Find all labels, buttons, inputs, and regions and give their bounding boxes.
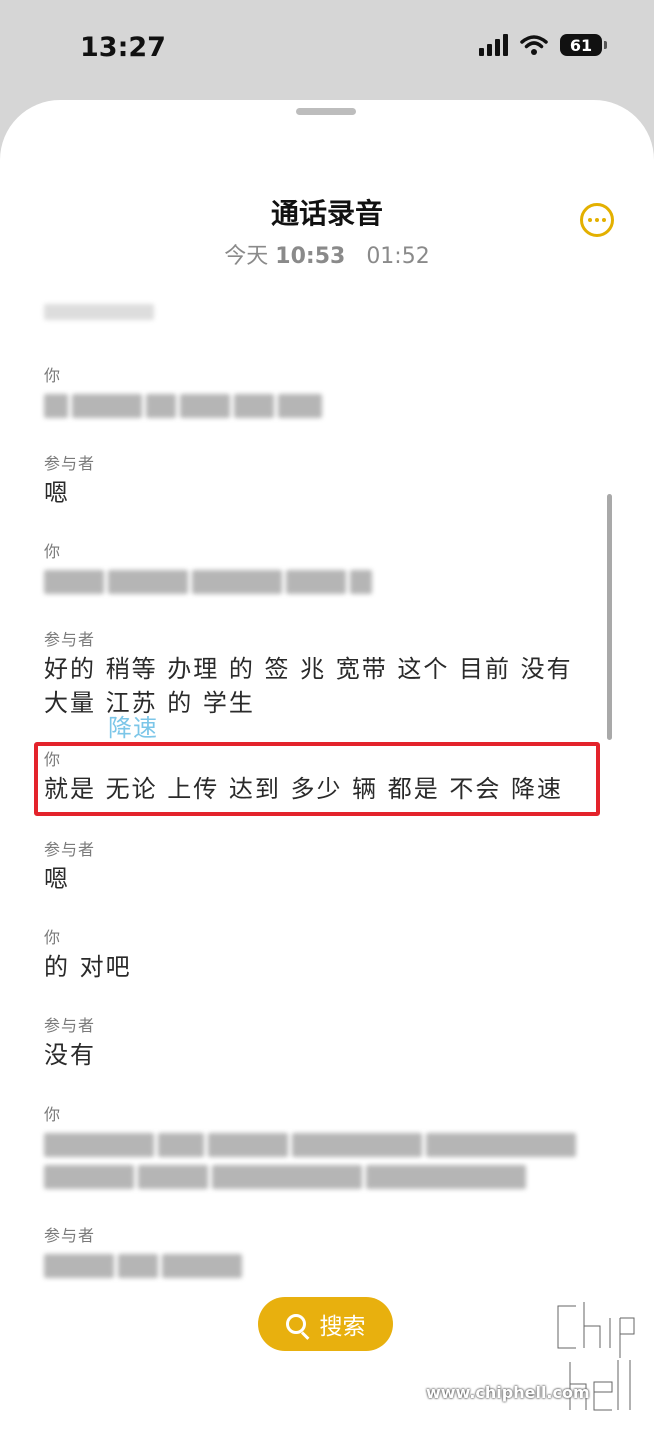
status-time: 13:27: [80, 32, 166, 63]
redacted-text: [44, 394, 322, 418]
transcript-item: 你: [44, 362, 322, 418]
highlight-box: [34, 742, 600, 816]
recording-meta: 今天 10:53 01:52: [0, 238, 654, 270]
redacted-text: [44, 570, 372, 594]
page-title: 通话录音: [270, 197, 383, 230]
speaker-label: 你: [44, 366, 62, 385]
transcript-text-line: 好的 稍等 办理 的 签 兆 宽带 这个 目前 没有: [44, 655, 573, 683]
transcript-text: 嗯: [44, 865, 70, 893]
speaker-label: 你: [44, 1105, 62, 1124]
call-time: 10:53: [275, 244, 346, 269]
transcript-text: 的 对吧: [44, 953, 132, 981]
wifi-icon: [520, 35, 548, 55]
signal-icon: [479, 34, 508, 56]
transcript-item: 你: [44, 538, 372, 594]
search-label: 搜索: [319, 1314, 366, 1340]
speaker-label: 参与者: [44, 454, 96, 473]
date-label: 今天: [224, 244, 269, 269]
transcript-item: 参与者 嗯: [44, 836, 95, 896]
transcript-list[interactable]: 你 参与者 嗯 你 参与者 好的 稍等 办理 的 签 兆 宽带 这个 目前 没有…: [0, 296, 654, 1430]
transcript-item: 参与者: [44, 1222, 242, 1278]
sheet-grabber[interactable]: [296, 108, 356, 115]
status-bar: 13:27 61: [0, 0, 654, 100]
floating-hint: 降速: [108, 714, 158, 742]
status-icons: 61: [479, 34, 607, 56]
speaker-label: 参与者: [44, 1016, 96, 1035]
redacted-text: [44, 1165, 576, 1189]
transcript-item: 参与者 嗯: [44, 450, 95, 510]
scrollbar[interactable]: [607, 494, 612, 740]
speaker-label: 你: [44, 928, 62, 947]
redacted-text: [44, 1133, 576, 1157]
more-icon[interactable]: [580, 203, 614, 237]
transcript-item: [44, 296, 154, 320]
call-duration: 01:52: [366, 244, 430, 269]
transcript-text: 嗯: [44, 479, 70, 507]
redacted-text: [44, 1254, 242, 1278]
transcript-item: 你: [44, 1101, 576, 1189]
recording-sheet: 通话录音 今天 10:53 01:52 你 参与者 嗯 你 参与者 好的 稍等 …: [0, 100, 654, 1430]
speaker-label: 参与者: [44, 840, 96, 859]
transcript-item: 参与者 好的 稍等 办理 的 签 兆 宽带 这个 目前 没有 大量 江苏 的 学…: [44, 626, 573, 720]
battery-icon: 61: [560, 34, 607, 56]
speaker-label: 参与者: [44, 1226, 96, 1245]
search-icon: [285, 1314, 306, 1334]
transcript-item: 你 的 对吧: [44, 924, 132, 984]
watermark-url: www.chiphell.com: [426, 1383, 590, 1402]
search-button[interactable]: 搜索: [258, 1297, 393, 1351]
speaker-label: 你: [44, 542, 62, 561]
transcript-item: 参与者 没有: [44, 1012, 96, 1072]
transcript-text: 没有: [44, 1041, 96, 1069]
speaker-label: 参与者: [44, 630, 96, 649]
